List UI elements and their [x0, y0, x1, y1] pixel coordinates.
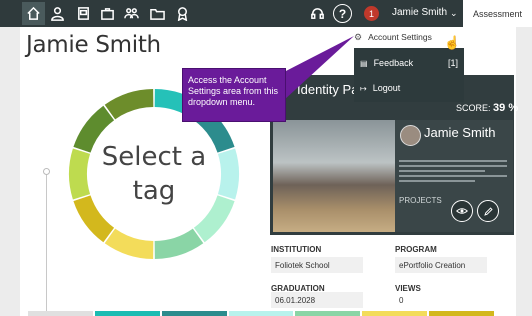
- strip-segment: [161, 311, 227, 316]
- briefcase-icon[interactable]: [96, 2, 119, 25]
- tab-assessment[interactable]: Assessment: [463, 0, 532, 27]
- feedback-count: [1]: [447, 58, 458, 68]
- identity-title: Identity Pa: [297, 82, 359, 97]
- badge-icon[interactable]: [171, 2, 194, 25]
- hand-cursor-icon: ☝: [444, 35, 461, 50]
- tag-ring-segment[interactable]: [154, 228, 204, 259]
- notification-badge[interactable]: 1: [364, 6, 379, 21]
- home-icon[interactable]: [22, 2, 45, 25]
- institution-label: INSTITUTION: [271, 245, 322, 254]
- groups-icon[interactable]: [120, 2, 143, 25]
- institution-value: Foliotek School: [271, 257, 363, 273]
- tag-ring-label: Select a tag: [101, 142, 207, 206]
- preview-name: Jamie Smith: [424, 125, 496, 140]
- score-label: SCORE: 39 %: [456, 102, 519, 114]
- support-icon[interactable]: [306, 2, 329, 25]
- program-value: ePortfolio Creation: [395, 257, 487, 273]
- help-icon[interactable]: ?: [333, 4, 352, 23]
- score-value: 39 %: [493, 102, 519, 114]
- tag-ring-segment[interactable]: [104, 89, 154, 120]
- chevron-down-icon[interactable]: ⌄: [450, 8, 458, 19]
- strip-segment: [429, 311, 494, 316]
- preview-text-lines: [399, 160, 507, 185]
- strip-segment: [94, 311, 160, 316]
- edit-icon[interactable]: [477, 200, 499, 222]
- preview-avatar: [400, 125, 421, 146]
- timeline-dot: [43, 168, 50, 175]
- feedback-item[interactable]: ▤ Feedback [1]: [354, 51, 464, 75]
- tag-ring-segment[interactable]: [104, 228, 154, 259]
- folder-icon[interactable]: [146, 2, 169, 25]
- user-dropdown-menu: ▤ Feedback [1] ↦ Logout: [354, 48, 464, 102]
- preview-landscape-photo: [273, 120, 395, 232]
- portfolio-icon[interactable]: [72, 2, 95, 25]
- views-value: 0: [399, 295, 404, 305]
- graduation-value: 06.01.2028: [271, 292, 363, 308]
- logout-icon: ↦: [360, 83, 367, 93]
- program-label: PROGRAM: [395, 245, 437, 254]
- user-menu-button[interactable]: Jamie Smith: [392, 7, 447, 18]
- timeline-line: [46, 170, 47, 316]
- preview-projects: PROJECTS: [399, 196, 442, 205]
- feedback-icon: ▤: [360, 58, 368, 68]
- strip-segment: [295, 311, 361, 316]
- strip-segment: [228, 311, 294, 316]
- user-icon[interactable]: [46, 2, 69, 25]
- gear-icon: ⚙: [354, 31, 363, 42]
- view-icon[interactable]: [451, 200, 473, 222]
- strip-segment: [362, 311, 428, 316]
- page-title: Jamie Smith: [26, 32, 161, 58]
- logout-item[interactable]: ↦ Logout: [354, 76, 464, 100]
- strip-segment: [28, 311, 93, 316]
- instruction-callout: Access the Account Settings area from th…: [182, 68, 286, 122]
